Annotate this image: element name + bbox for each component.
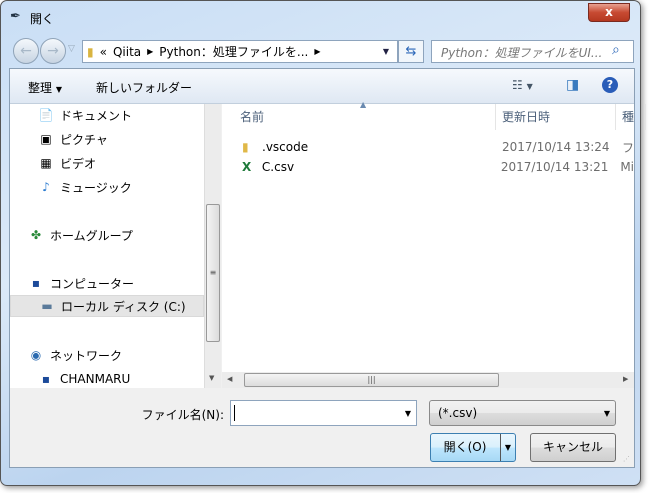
filename-label: ファイル名(N): [141, 408, 224, 422]
overflow-icon[interactable]: « [100, 45, 107, 59]
file-date: 2017/10/14 13:24 [501, 140, 610, 154]
sidebar-item-computer[interactable]: ▪ コンピューター [10, 272, 204, 294]
pc-icon: ▪ [41, 372, 51, 386]
navigation-pane: 📄 ドキュメント ▣ ピクチャ ▦ ビデオ ♪ ミュージック ✤ ホームグループ ▪ コンピ… [10, 104, 204, 388]
chevron-right-icon[interactable]: ▶ [147, 47, 153, 56]
sidebar-item-chanmaru[interactable]: ▪ CHANMARU [10, 368, 204, 388]
address-dropdown-icon[interactable]: ▼ [383, 47, 389, 56]
window-title: 開く [30, 12, 55, 26]
organize-button[interactable]: 整理 ▼ [28, 79, 62, 96]
sidebar-item-label: ホームグループ [50, 228, 133, 243]
sidebar-item-label: ピクチャ [60, 132, 108, 147]
sidebar-scrollbar[interactable]: ≡ ▼ [204, 104, 221, 388]
sidebar-item-network[interactable]: ◉ ネットワーク [10, 344, 204, 366]
chevron-right-icon[interactable]: ▶ [314, 47, 320, 56]
file-type: フ [621, 140, 634, 155]
sidebar-item-label: ネットワーク [50, 348, 123, 363]
column-header-date[interactable]: 更新日時 [496, 104, 616, 130]
file-row[interactable]: ▮ .vscode 2017/10/14 13:24 フ [222, 137, 634, 157]
file-name: .vscode [262, 140, 309, 154]
chevron-down-icon[interactable]: ▼ [405, 409, 411, 418]
scroll-right-icon[interactable]: ▶ [623, 375, 628, 383]
sidebar-item-label: ローカル ディスク (C:) [61, 299, 186, 314]
new-folder-button[interactable]: 新しいフォルダー [96, 79, 192, 96]
sidebar-item-documents[interactable]: 📄 ドキュメント [10, 104, 204, 126]
address-bar[interactable]: ▮ « Qiita ▶ Python：処理ファイルを... ▶ ▼ [82, 40, 398, 63]
picture-icon: ▣ [40, 132, 52, 146]
view-options-icon[interactable]: ☷ ▼ [512, 78, 533, 92]
close-button[interactable]: x [588, 3, 630, 22]
help-icon[interactable]: ? [602, 77, 618, 93]
sidebar-item-pictures[interactable]: ▣ ピクチャ [10, 128, 204, 150]
sidebar-item-label: ビデオ [60, 156, 97, 171]
resize-grip-icon[interactable]: ⋰ [623, 455, 630, 463]
computer-icon: ▪ [31, 276, 41, 290]
search-icon[interactable]: ⌕ [612, 42, 620, 58]
disk-icon: ▬ [41, 299, 53, 313]
file-name: C.csv [261, 160, 295, 174]
sidebar-item-label: コンピューター [50, 276, 135, 291]
open-label: 開く(O) [443, 440, 487, 454]
column-header-type[interactable]: 種 [616, 104, 646, 130]
folder-icon: ▮ [87, 44, 94, 59]
forward-button[interactable]: → [40, 38, 66, 64]
homegroup-icon: ✤ [30, 228, 42, 242]
open-dropdown-icon[interactable]: ▼ [500, 434, 515, 461]
sidebar-item-videos[interactable]: ▦ ビデオ [10, 152, 204, 174]
filename-input[interactable]: ▼ [230, 400, 417, 426]
open-button[interactable]: 開く(O) ▼ [430, 433, 516, 462]
dialog-footer: ファイル名(N): ▼ (*.csv) ▼ 開く(O) ▼ キャンセル ⋰ [10, 388, 634, 467]
breadcrumb-qiita[interactable]: Qiita [113, 45, 141, 59]
file-type-value: (*.csv) [438, 406, 478, 420]
toolbar: 整理 ▼ 新しいフォルダー ☷ ▼ ◨ ? [10, 69, 634, 104]
network-icon: ◉ [30, 348, 42, 362]
sidebar-item-music[interactable]: ♪ ミュージック [10, 176, 204, 198]
chevron-down-icon: ▼ [603, 409, 610, 418]
file-type: Mi [620, 160, 634, 174]
file-row[interactable]: X C.csv 2017/10/14 13:21 Mi [222, 157, 634, 177]
folder-icon: ▮ [242, 140, 249, 154]
sidebar-item-label: ミュージック [60, 180, 132, 195]
cancel-button[interactable]: キャンセル [530, 433, 616, 462]
sidebar-item-label: CHANMARU [60, 372, 131, 386]
document-icon: 📄 [38, 108, 54, 122]
history-dropdown-icon[interactable]: ▽ [68, 44, 75, 54]
preview-pane-icon[interactable]: ◨ [566, 77, 579, 93]
scrollbar-thumb[interactable]: ||| [244, 373, 499, 387]
refresh-button[interactable]: ⇆ [398, 40, 424, 63]
sidebar-item-label: ドキュメント [60, 108, 133, 123]
organize-label: 整理 [28, 81, 53, 95]
sidebar-item-local-disk[interactable]: ▬ ローカル ディスク (C:) [10, 295, 204, 317]
file-type-select[interactable]: (*.csv) ▼ [429, 400, 616, 426]
breadcrumb-python[interactable]: Python：処理ファイルを... [159, 43, 308, 60]
excel-csv-icon: X [242, 160, 252, 174]
scrollbar-thumb[interactable]: ≡ [206, 204, 220, 342]
file-list-hscrollbar[interactable]: ◀ ||| ▶ [222, 372, 634, 388]
file-list: ▲ 名前 更新日時 種 ▮ .vscode 2017/10/14 13:24 フ… [222, 100, 646, 372]
scroll-down-icon[interactable]: ▼ [209, 374, 214, 382]
search-input[interactable]: Python：処理ファイルをUI... [431, 40, 634, 63]
column-header-name[interactable]: 名前 [234, 104, 496, 130]
video-icon: ▦ [40, 156, 52, 170]
file-date: 2017/10/14 13:21 [500, 160, 609, 174]
back-button[interactable]: ← [13, 38, 39, 64]
music-icon: ♪ [42, 180, 50, 194]
sidebar-item-homegroup[interactable]: ✤ ホームグループ [10, 224, 204, 246]
text-cursor [234, 405, 235, 421]
scroll-left-icon[interactable]: ◀ [227, 375, 232, 383]
feather-icon: ✒ [10, 9, 21, 24]
